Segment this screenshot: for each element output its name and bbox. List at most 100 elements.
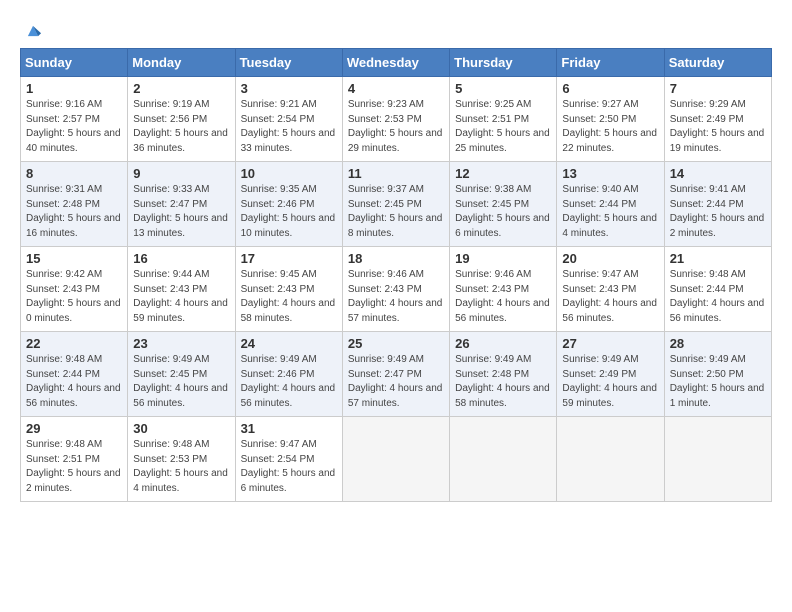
day-info: Sunrise: 9:41 AMSunset: 2:44 PMDaylight:… [670, 183, 766, 241]
calendar-cell: 10 Sunrise: 9:35 AMSunset: 2:46 PMDayligh… [235, 162, 342, 247]
logo-icon [22, 20, 44, 42]
calendar-cell: 29 Sunrise: 9:48 AMSunset: 2:51 PMDayligh… [21, 417, 128, 502]
day-info: Sunrise: 9:33 AMSunset: 2:47 PMDaylight:… [133, 183, 229, 241]
calendar-cell [664, 417, 771, 502]
calendar-week-row: 15 Sunrise: 9:42 AMSunset: 2:43 PMDayligh… [21, 247, 772, 332]
calendar-cell: 31Sunrise: 9:47 AMSunset: 2:54 PMDayligh… [235, 417, 342, 502]
calendar-cell: 23Sunrise: 9:49 AMSunset: 2:45 PMDayligh… [128, 332, 235, 417]
day-info: Sunrise: 9:49 AMSunset: 2:46 PMDaylight:… [241, 353, 337, 411]
calendar-cell: 7Sunrise: 9:29 AMSunset: 2:49 PMDaylight… [664, 77, 771, 162]
day-number: 28 [670, 336, 766, 351]
day-number: 9 [133, 166, 229, 181]
weekday-header-saturday: Saturday [664, 49, 771, 77]
day-info: Sunrise: 9:49 AMSunset: 2:47 PMDaylight:… [348, 353, 444, 411]
calendar-cell: 12 Sunrise: 9:38 AMSunset: 2:45 PMDayligh… [450, 162, 557, 247]
calendar-cell: 4 Sunrise: 9:23 AMSunset: 2:53 PMDaylight… [342, 77, 449, 162]
calendar-week-row: 29 Sunrise: 9:48 AMSunset: 2:51 PMDayligh… [21, 417, 772, 502]
day-info: Sunrise: 9:16 AMSunset: 2:57 PMDaylight:… [26, 98, 122, 156]
day-info: Sunrise: 9:29 AMSunset: 2:49 PMDaylight:… [670, 98, 766, 156]
day-number: 10 [241, 166, 337, 181]
day-number: 1 [26, 81, 122, 96]
calendar-cell: 11 Sunrise: 9:37 AMSunset: 2:45 PMDayligh… [342, 162, 449, 247]
calendar-table: SundayMondayTuesdayWednesdayThursdayFrid… [20, 48, 772, 502]
weekday-header-tuesday: Tuesday [235, 49, 342, 77]
day-number: 19 [455, 251, 551, 266]
calendar-cell: 26 Sunrise: 9:49 AMSunset: 2:48 PMDayligh… [450, 332, 557, 417]
day-info: Sunrise: 9:48 AMSunset: 2:44 PMDaylight:… [26, 353, 122, 411]
day-info: Sunrise: 9:49 AMSunset: 2:48 PMDaylight:… [455, 353, 551, 411]
day-info: Sunrise: 9:48 AMSunset: 2:53 PMDaylight:… [133, 438, 229, 496]
day-info: Sunrise: 9:48 AMSunset: 2:51 PMDaylight:… [26, 438, 122, 496]
day-info: Sunrise: 9:47 AMSunset: 2:43 PMDaylight:… [562, 268, 658, 326]
day-number: 2 [133, 81, 229, 96]
calendar-cell: 16 Sunrise: 9:44 AMSunset: 2:43 PMDayligh… [128, 247, 235, 332]
calendar-cell: 24 Sunrise: 9:49 AMSunset: 2:46 PMDayligh… [235, 332, 342, 417]
calendar-cell: 20 Sunrise: 9:47 AMSunset: 2:43 PMDayligh… [557, 247, 664, 332]
calendar-cell [450, 417, 557, 502]
day-info: Sunrise: 9:35 AMSunset: 2:46 PMDaylight:… [241, 183, 337, 241]
calendar-cell: 27 Sunrise: 9:49 AMSunset: 2:49 PMDayligh… [557, 332, 664, 417]
day-number: 3 [241, 81, 337, 96]
calendar-cell [557, 417, 664, 502]
day-info: Sunrise: 9:47 AMSunset: 2:54 PMDaylight:… [241, 438, 337, 496]
day-number: 24 [241, 336, 337, 351]
day-number: 16 [133, 251, 229, 266]
day-info: Sunrise: 9:19 AMSunset: 2:56 PMDaylight:… [133, 98, 229, 156]
day-number: 20 [562, 251, 658, 266]
day-info: Sunrise: 9:46 AMSunset: 2:43 PMDaylight:… [455, 268, 551, 326]
day-info: Sunrise: 9:46 AMSunset: 2:43 PMDaylight:… [348, 268, 444, 326]
calendar-week-row: 22 Sunrise: 9:48 AMSunset: 2:44 PMDayligh… [21, 332, 772, 417]
calendar-week-row: 1 Sunrise: 9:16 AMSunset: 2:57 PMDaylight… [21, 77, 772, 162]
day-number: 21 [670, 251, 766, 266]
page-header [20, 20, 772, 38]
day-number: 13 [562, 166, 658, 181]
weekday-header-thursday: Thursday [450, 49, 557, 77]
calendar-cell [342, 417, 449, 502]
day-number: 5 [455, 81, 551, 96]
day-number: 18 [348, 251, 444, 266]
day-info: Sunrise: 9:49 AMSunset: 2:45 PMDaylight:… [133, 353, 229, 411]
day-number: 22 [26, 336, 122, 351]
calendar-cell: 14 Sunrise: 9:41 AMSunset: 2:44 PMDayligh… [664, 162, 771, 247]
calendar-cell: 8 Sunrise: 9:31 AMSunset: 2:48 PMDaylight… [21, 162, 128, 247]
calendar-cell: 2 Sunrise: 9:19 AMSunset: 2:56 PMDaylight… [128, 77, 235, 162]
day-number: 11 [348, 166, 444, 181]
day-info: Sunrise: 9:48 AMSunset: 2:44 PMDaylight:… [670, 268, 766, 326]
day-info: Sunrise: 9:38 AMSunset: 2:45 PMDaylight:… [455, 183, 551, 241]
calendar-cell: 5Sunrise: 9:25 AMSunset: 2:51 PMDaylight… [450, 77, 557, 162]
day-number: 26 [455, 336, 551, 351]
day-info: Sunrise: 9:44 AMSunset: 2:43 PMDaylight:… [133, 268, 229, 326]
day-info: Sunrise: 9:23 AMSunset: 2:53 PMDaylight:… [348, 98, 444, 156]
day-number: 4 [348, 81, 444, 96]
calendar-cell: 6Sunrise: 9:27 AMSunset: 2:50 PMDaylight… [557, 77, 664, 162]
day-number: 27 [562, 336, 658, 351]
day-info: Sunrise: 9:37 AMSunset: 2:45 PMDaylight:… [348, 183, 444, 241]
weekday-header-wednesday: Wednesday [342, 49, 449, 77]
day-info: Sunrise: 9:49 AMSunset: 2:49 PMDaylight:… [562, 353, 658, 411]
weekday-header-sunday: Sunday [21, 49, 128, 77]
day-number: 14 [670, 166, 766, 181]
day-number: 15 [26, 251, 122, 266]
day-number: 12 [455, 166, 551, 181]
calendar-cell: 13 Sunrise: 9:40 AMSunset: 2:44 PMDayligh… [557, 162, 664, 247]
calendar-cell: 21 Sunrise: 9:48 AMSunset: 2:44 PMDayligh… [664, 247, 771, 332]
calendar-cell: 17Sunrise: 9:45 AMSunset: 2:43 PMDayligh… [235, 247, 342, 332]
day-info: Sunrise: 9:21 AMSunset: 2:54 PMDaylight:… [241, 98, 337, 156]
day-number: 6 [562, 81, 658, 96]
day-number: 30 [133, 421, 229, 436]
logo [20, 20, 44, 38]
weekday-header-monday: Monday [128, 49, 235, 77]
calendar-cell: 28Sunrise: 9:49 AMSunset: 2:50 PMDayligh… [664, 332, 771, 417]
day-info: Sunrise: 9:40 AMSunset: 2:44 PMDaylight:… [562, 183, 658, 241]
calendar-cell: 19 Sunrise: 9:46 AMSunset: 2:43 PMDayligh… [450, 247, 557, 332]
weekday-header-row: SundayMondayTuesdayWednesdayThursdayFrid… [21, 49, 772, 77]
day-number: 8 [26, 166, 122, 181]
calendar-week-row: 8 Sunrise: 9:31 AMSunset: 2:48 PMDaylight… [21, 162, 772, 247]
calendar-cell: 30 Sunrise: 9:48 AMSunset: 2:53 PMDayligh… [128, 417, 235, 502]
day-info: Sunrise: 9:31 AMSunset: 2:48 PMDaylight:… [26, 183, 122, 241]
calendar-cell: 1 Sunrise: 9:16 AMSunset: 2:57 PMDaylight… [21, 77, 128, 162]
calendar-cell: 15 Sunrise: 9:42 AMSunset: 2:43 PMDayligh… [21, 247, 128, 332]
calendar-cell: 25Sunrise: 9:49 AMSunset: 2:47 PMDayligh… [342, 332, 449, 417]
day-info: Sunrise: 9:42 AMSunset: 2:43 PMDaylight:… [26, 268, 122, 326]
day-number: 29 [26, 421, 122, 436]
